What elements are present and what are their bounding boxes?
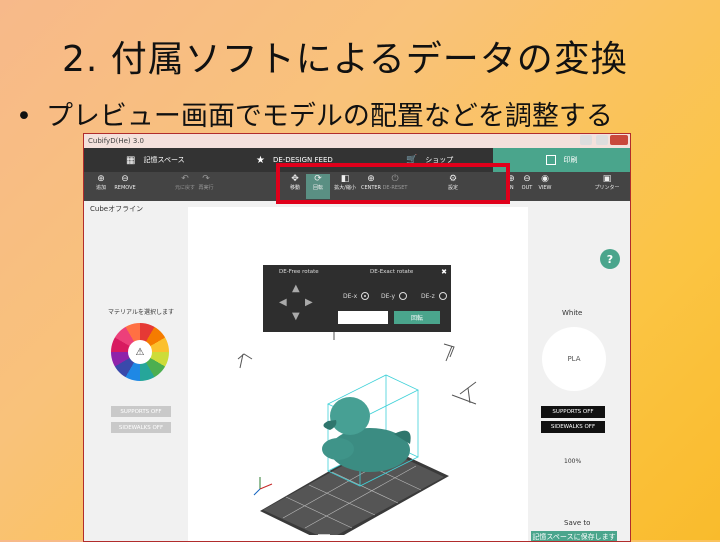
free-rotate-label: DE-Free rotate	[279, 269, 319, 275]
axis-x-label: DE-x	[343, 292, 358, 300]
right-supports-button[interactable]: SUPPORTS OFF	[541, 406, 605, 418]
slide-bullet: • プレビュー画面でモデルの配置などを調整する	[16, 94, 613, 133]
print-icon	[545, 155, 556, 165]
material-name: PLA	[567, 355, 581, 363]
workspace: Cubeオフライン マテリアルを選択します ⚠ SUPPORTS OFF SID…	[84, 201, 630, 541]
radio-selected-icon	[361, 292, 370, 300]
arrow-up-icon[interactable]: ▲	[292, 283, 300, 294]
add-label: 追加	[95, 185, 106, 191]
radio-icon	[399, 292, 408, 300]
view-label: VIEW	[538, 185, 552, 191]
save-to-library-button[interactable]: 記憶スペースに保存します	[531, 531, 617, 541]
minimize-button[interactable]	[580, 135, 592, 145]
redo-button[interactable]: ↷ 再実行	[191, 174, 221, 191]
bullet-mark: •	[16, 101, 32, 132]
save-to-label: Save to	[564, 519, 591, 527]
eye-icon: ◉	[541, 174, 549, 184]
window-titlebar: CubifyD(He) 3.0	[84, 134, 630, 148]
axis-x-radio[interactable]: DE-x	[343, 292, 370, 300]
nav-library[interactable]: ▦ 記憶スペース	[126, 148, 185, 172]
printer-button[interactable]: ▣ プリンター	[592, 174, 622, 191]
remove-label: REMOVE	[114, 185, 136, 191]
rotate-apply-button[interactable]: 回転	[394, 311, 440, 324]
exact-rotate-label: DE-Exact rotate	[370, 269, 414, 275]
redo-label: 再実行	[198, 185, 214, 191]
plate-marker	[318, 534, 330, 535]
axis-y-radio[interactable]: DE-y	[381, 292, 408, 300]
redo-icon: ↷	[202, 174, 210, 184]
axis-y-label: DE-y	[381, 292, 396, 300]
printer-icon: ▣	[602, 174, 612, 184]
radio-icon	[438, 292, 447, 300]
free-rotate-arrows[interactable]: ▲ ◀ ▶ ▼	[279, 283, 315, 322]
axis-gizmo	[253, 477, 273, 496]
nav-print[interactable]: 印刷	[493, 148, 630, 172]
right-sidewalks-button[interactable]: SIDEWALKS OFF	[541, 421, 605, 433]
rotate-panel: DE-Free rotate DE-Exact rotate ✖ ▲ ◀ ▶ ▼…	[263, 265, 451, 332]
printer-status: Cubeオフライン	[90, 205, 144, 213]
material-label: マテリアルを選択します	[108, 309, 174, 316]
material-swatch[interactable]: PLA	[542, 327, 606, 391]
duck-model[interactable]	[322, 397, 411, 472]
close-icon[interactable]: ✖	[441, 268, 447, 276]
left-supports-button[interactable]: SUPPORTS OFF	[111, 406, 171, 417]
view-button[interactable]: ◉ VIEW	[530, 174, 560, 191]
arrow-down-icon[interactable]: ▼	[292, 311, 300, 322]
remove-button[interactable]: ⊖ REMOVE	[110, 174, 140, 191]
axis-z-radio[interactable]: DE-z	[421, 292, 447, 300]
highlight-box	[276, 163, 510, 204]
star-icon: ★	[256, 154, 265, 166]
nav-print-label: 印刷	[563, 156, 578, 164]
arrow-left-icon[interactable]: ◀	[279, 297, 287, 308]
grid-icon: ▦	[126, 154, 136, 166]
close-window-button[interactable]	[610, 135, 628, 145]
window-title: CubifyD(He) 3.0	[88, 137, 144, 145]
printer-label: プリンター	[594, 185, 620, 191]
arrow-right-icon[interactable]: ▶	[305, 297, 313, 308]
nav-library-label: 記憶スペース	[143, 156, 185, 164]
bullet-text: プレビュー画面でモデルの配置などを調整する	[45, 101, 613, 132]
help-button[interactable]: ?	[600, 249, 620, 269]
material-percent: 100%	[564, 458, 582, 465]
minus-icon: ⊖	[121, 174, 129, 184]
material-color-wheel[interactable]: ⚠	[111, 323, 169, 381]
maximize-button[interactable]	[596, 135, 608, 145]
view-corner-markers	[237, 330, 477, 405]
left-sidewalks-button[interactable]: SIDEWALKS OFF	[111, 422, 171, 433]
rotate-angle-input[interactable]	[338, 311, 388, 324]
slide-title: 2. 付属ソフトによるデータの変換	[62, 39, 628, 80]
axis-z-label: DE-z	[421, 292, 435, 300]
color-name: White	[562, 309, 583, 317]
warning-icon: ⚠	[128, 340, 152, 364]
